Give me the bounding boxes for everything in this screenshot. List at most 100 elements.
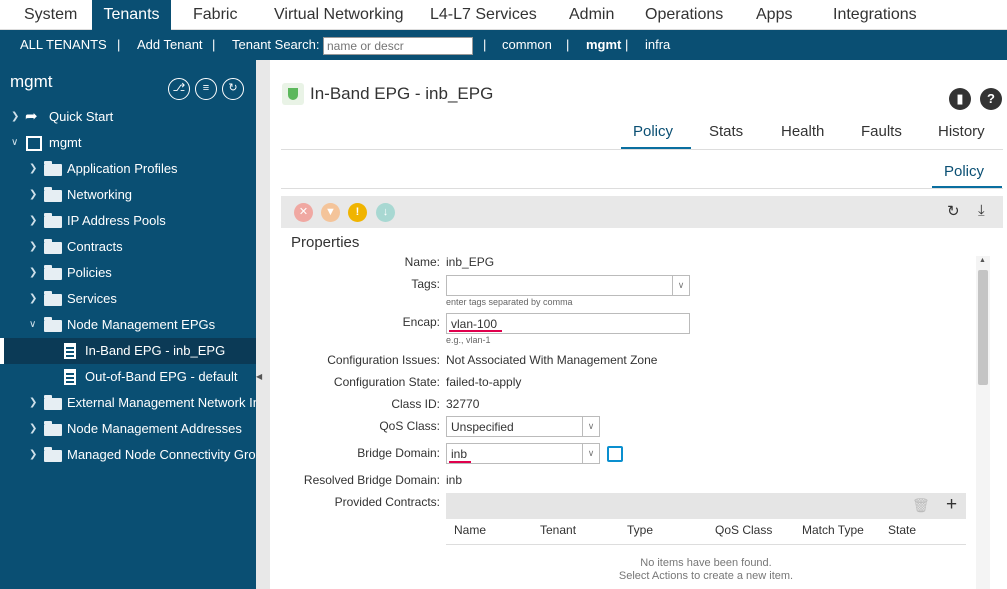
add-icon[interactable]: + [946,494,957,516]
all-tenants-link[interactable]: ALL TENANTS [20,30,107,60]
add-tenant-link[interactable]: Add Tenant [137,30,203,60]
separator: | [212,37,216,52]
chevron-right-icon[interactable]: ❯ [29,390,37,416]
sidebar-item-managed-node-connectivity-groups[interactable]: ❯ Managed Node Connectivity Groups [0,442,256,468]
qos-class-select[interactable]: Unspecified [446,416,583,437]
download-icon[interactable]: ⤓ [978,202,985,219]
sidebar-item-services[interactable]: ❯ Services [0,286,256,312]
encap-hint: e.g., vlan-1 [446,335,491,345]
folder-icon [44,265,62,280]
major-fault-icon[interactable]: ▼ [321,203,340,222]
list-icon[interactable]: ≡ [195,78,217,100]
chevron-right-icon[interactable]: ❯ [29,286,37,312]
sidebar-item-label: Networking [67,187,133,202]
tab-tenants[interactable]: Tenants [92,0,171,30]
scroll-up-icon[interactable]: ▲ [979,257,986,264]
tab-virtual-networking[interactable]: Virtual Networking [274,0,404,30]
chevron-right-icon[interactable]: ❯ [29,234,37,260]
tab-admin[interactable]: Admin [569,0,614,30]
column-header-qos-class[interactable]: QoS Class [715,523,772,537]
bookmark-icon[interactable]: ▮ [949,88,971,110]
chevron-down-icon[interactable]: ∨ [29,312,36,338]
chevron-right-icon[interactable]: ❯ [29,442,37,468]
configuration-state-value: failed-to-apply [446,375,522,389]
critical-fault-icon[interactable]: ✕ [294,203,313,222]
sidebar-item-node-management-epgs[interactable]: ∨ Node Management EPGs [0,312,256,338]
tab-l4-l7-services[interactable]: L4-L7 Services [430,0,537,30]
tab-health[interactable]: Health [781,123,824,140]
warning-fault-icon[interactable]: ! [348,203,367,222]
sidebar-item-policies[interactable]: ❯ Policies [0,260,256,286]
column-header-type[interactable]: Type [627,523,653,537]
column-header-state[interactable]: State [888,523,916,537]
sidebar-item-out-of-band-epg[interactable]: Out-of-Band EPG - default [0,364,256,390]
tenant-link-common[interactable]: common [502,30,552,60]
chevron-right-icon[interactable]: ❯ [29,416,37,442]
page-title: In-Band EPG - inb_EPG [310,84,494,103]
column-header-tenant[interactable]: Tenant [540,523,576,537]
scrollbar-thumb[interactable] [978,270,988,385]
provided-contracts-label: Provided Contracts: [334,495,440,509]
chevron-down-icon[interactable]: ∨ [583,443,600,464]
filter-icon[interactable]: ⎇ [168,78,190,100]
chevron-down-icon[interactable]: ∨ [673,275,690,296]
sidebar-item-label: Out-of-Band EPG - default [85,369,238,384]
tab-policy[interactable]: Policy [633,123,673,140]
sidebar-item-mgmt[interactable]: ∨ mgmt [0,130,256,156]
tab-fabric[interactable]: Fabric [193,0,237,30]
tab-operations[interactable]: Operations [645,0,723,30]
help-icon[interactable]: ? [980,88,1002,110]
folder-icon [44,239,62,254]
subtab-policy[interactable]: Policy [944,163,984,180]
column-header-name[interactable]: Name [454,523,486,537]
tab-faults[interactable]: Faults [861,123,902,140]
chevron-right-icon[interactable]: ❯ [29,156,37,182]
sidebar-item-application-profiles[interactable]: ❯ Application Profiles [0,156,256,182]
chevron-right-icon[interactable]: ❯ [29,208,37,234]
tab-system[interactable]: System [0,0,92,30]
refresh-icon[interactable]: ↻ [222,78,244,100]
tab-apps[interactable]: Apps [756,0,792,30]
sidebar-title: mgmt [10,72,53,91]
chevron-right-icon[interactable]: ❯ [29,182,37,208]
tab-stats[interactable]: Stats [709,123,743,140]
tenant-subnav: ALL TENANTS | Add Tenant | Tenant Search… [0,30,1007,60]
sidebar-splitter[interactable]: ◀ [256,60,270,589]
sidebar-item-ip-address-pools[interactable]: ❯ IP Address Pools [0,208,256,234]
sidebar-item-networking[interactable]: ❯ Networking [0,182,256,208]
tab-integrations[interactable]: Integrations [833,0,917,30]
sidebar-item-label: Contracts [67,239,123,254]
sidebar-item-contracts[interactable]: ❯ Contracts [0,234,256,260]
chevron-right-icon[interactable]: ❯ [29,260,37,286]
encap-highlight [449,330,502,332]
tags-label: Tags: [411,277,440,291]
qos-class-label: QoS Class: [379,419,440,433]
separator: | [566,37,570,52]
info-fault-icon[interactable]: ↓ [376,203,395,222]
tags-input[interactable] [446,275,673,296]
sidebar-item-label: Policies [67,265,112,280]
folder-icon [44,317,62,332]
tab-history[interactable]: History [938,123,985,140]
sidebar-item-external-management-network[interactable]: ❯ External Management Network Instance P… [0,390,256,416]
tenant-search-input[interactable] [323,37,473,55]
trash-icon[interactable]: 🗑 [912,497,930,514]
open-link-icon[interactable] [607,446,623,462]
empty-message: No items have been found. [640,557,772,569]
chevron-down-icon[interactable]: ∨ [11,130,18,156]
tenant-link-infra[interactable]: infra [645,30,670,60]
folder-icon [44,187,62,202]
navigation-sidebar: mgmt ⎇ ≡ ↻ ❯ ➦ Quick Start ∨ mgmt ❯ Appl… [0,60,256,589]
sidebar-item-in-band-epg[interactable]: In-Band EPG - inb_EPG [0,338,256,364]
name-label: Name: [404,255,440,269]
column-header-match-type[interactable]: Match Type [802,523,864,537]
chevron-right-icon[interactable]: ❯ [11,104,19,130]
folder-icon [44,291,62,306]
sidebar-item-quick-start[interactable]: ❯ ➦ Quick Start [0,104,256,130]
refresh-icon[interactable]: ↻ [947,202,960,220]
chevron-down-icon[interactable]: ∨ [583,416,600,437]
tenant-link-mgmt[interactable]: mgmt [586,30,621,60]
collapse-arrow-icon[interactable]: ◀ [256,372,262,381]
table-header-divider [446,544,966,545]
sidebar-item-node-management-addresses[interactable]: ❯ Node Management Addresses [0,416,256,442]
